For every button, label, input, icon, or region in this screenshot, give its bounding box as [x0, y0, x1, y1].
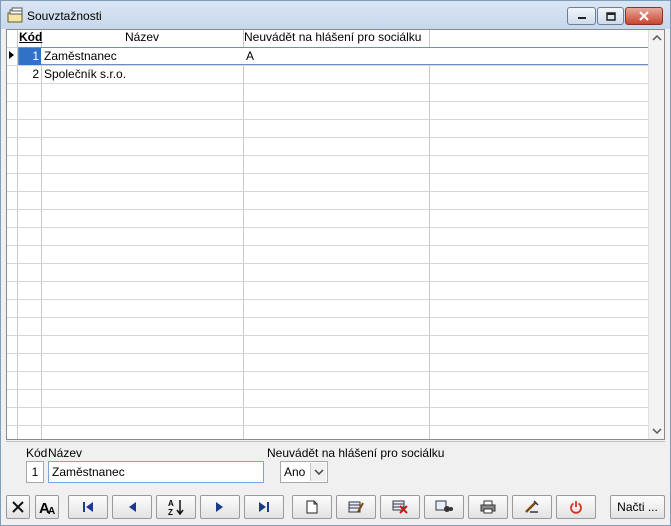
- grid-line: [7, 227, 649, 228]
- edit-record-button[interactable]: [336, 495, 376, 519]
- print-icon: [480, 500, 496, 514]
- cell-nazev[interactable]: Zaměstnanec: [44, 48, 242, 65]
- grid-line: [7, 83, 649, 84]
- nazev-field[interactable]: Zaměstnanec: [48, 461, 264, 483]
- first-record-icon: [83, 502, 93, 512]
- last-record-button[interactable]: [244, 495, 284, 519]
- grid-line: [7, 353, 649, 354]
- grid-line: [7, 101, 649, 102]
- vertical-scrollbar[interactable]: [648, 30, 664, 439]
- minimize-button[interactable]: [567, 7, 596, 25]
- grid-line: [7, 371, 649, 372]
- previous-record-button[interactable]: [112, 495, 152, 519]
- chevron-down-icon[interactable]: [310, 463, 326, 481]
- grid-line: [243, 30, 244, 439]
- grid-line: [7, 299, 649, 300]
- neuvadet-label: Neuvádět na hlášení pro sociálku: [267, 446, 445, 460]
- column-header-neuvadet[interactable]: Neuvádět na hlášení pro sociálku: [244, 30, 434, 46]
- nazev-label: Název: [48, 446, 83, 460]
- title-bar[interactable]: Souvztažnosti: [1, 1, 670, 29]
- grid-line: [7, 281, 649, 282]
- tools-icon: [525, 500, 539, 513]
- kod-field[interactable]: 1: [26, 461, 44, 483]
- grid-line: [7, 245, 649, 246]
- load-button-label: Načti ...: [617, 500, 658, 514]
- cell-nazev[interactable]: Společník s.r.o.: [44, 66, 242, 83]
- font-icon: AA: [39, 500, 55, 515]
- maximize-button[interactable]: [597, 7, 624, 25]
- column-header-nazev[interactable]: Název: [42, 30, 242, 46]
- grid-line: [41, 30, 42, 439]
- scroll-down-icon[interactable]: [652, 427, 662, 435]
- neuvadet-select-value: Ano: [284, 465, 306, 479]
- svg-text:A: A: [168, 499, 174, 508]
- sort-button[interactable]: AZ: [156, 495, 196, 519]
- grid-line: [17, 30, 18, 439]
- maximize-icon: [605, 11, 616, 21]
- last-record-icon: [259, 502, 269, 512]
- find-icon: [435, 500, 453, 512]
- grid-line: [7, 209, 649, 210]
- print-button[interactable]: [468, 495, 508, 519]
- next-record-button[interactable]: [200, 495, 240, 519]
- delete-record-button[interactable]: [380, 495, 420, 519]
- edit-icon: [348, 501, 364, 513]
- exit-button[interactable]: [556, 495, 596, 519]
- find-button[interactable]: [424, 495, 464, 519]
- window: Souvztažnosti Kód Název Neuvádět na hláš…: [0, 0, 671, 526]
- svg-text:A: A: [48, 506, 55, 515]
- previous-record-icon: [129, 502, 136, 512]
- grid-line: [7, 335, 649, 336]
- cell-neuvadet[interactable]: [246, 66, 432, 83]
- cell-neuvadet[interactable]: A: [246, 48, 432, 65]
- grid-line: [7, 317, 649, 318]
- cancel-button[interactable]: [6, 495, 30, 519]
- grid-line: [429, 30, 430, 439]
- delete-icon: [12, 501, 24, 513]
- scroll-up-icon[interactable]: [652, 34, 662, 42]
- grid-line: [7, 173, 649, 174]
- close-icon: [639, 11, 649, 21]
- grid-line: [7, 407, 649, 408]
- new-document-icon: [306, 500, 318, 514]
- kod-label: Kód: [26, 446, 48, 460]
- column-header-kod[interactable]: Kód: [19, 30, 42, 46]
- next-record-icon: [216, 502, 223, 512]
- grid-line: [7, 263, 649, 264]
- power-icon: [570, 501, 582, 514]
- font-button[interactable]: AA: [35, 495, 59, 519]
- grid-line: [7, 389, 649, 390]
- close-button[interactable]: [625, 7, 663, 25]
- load-button[interactable]: Načti ...: [610, 495, 665, 519]
- first-record-button[interactable]: [68, 495, 108, 519]
- sort-az-icon: AZ: [168, 499, 184, 516]
- data-grid[interactable]: Kód Název Neuvádět na hlášení pro sociál…: [6, 29, 665, 440]
- window-title: Souvztažnosti: [27, 9, 102, 23]
- grid-line: [7, 119, 649, 120]
- cell-kod[interactable]: 2: [19, 66, 41, 83]
- cell-kod[interactable]: 1: [19, 48, 41, 65]
- grid-line: [7, 155, 649, 156]
- folder-stack-icon: [7, 7, 25, 23]
- new-record-button[interactable]: [292, 495, 332, 519]
- svg-text:Z: Z: [168, 508, 173, 516]
- current-row-indicator-icon: [9, 51, 14, 59]
- detail-panel: Kód Název Neuvádět na hlášení pro sociál…: [6, 441, 665, 487]
- grid-line: [7, 191, 649, 192]
- delete-record-icon: [392, 500, 408, 514]
- tools-button[interactable]: [512, 495, 552, 519]
- minimize-icon: [577, 17, 586, 19]
- grid-line: [7, 137, 649, 138]
- neuvadet-select[interactable]: Ano: [280, 461, 328, 483]
- grid-line: [7, 425, 649, 426]
